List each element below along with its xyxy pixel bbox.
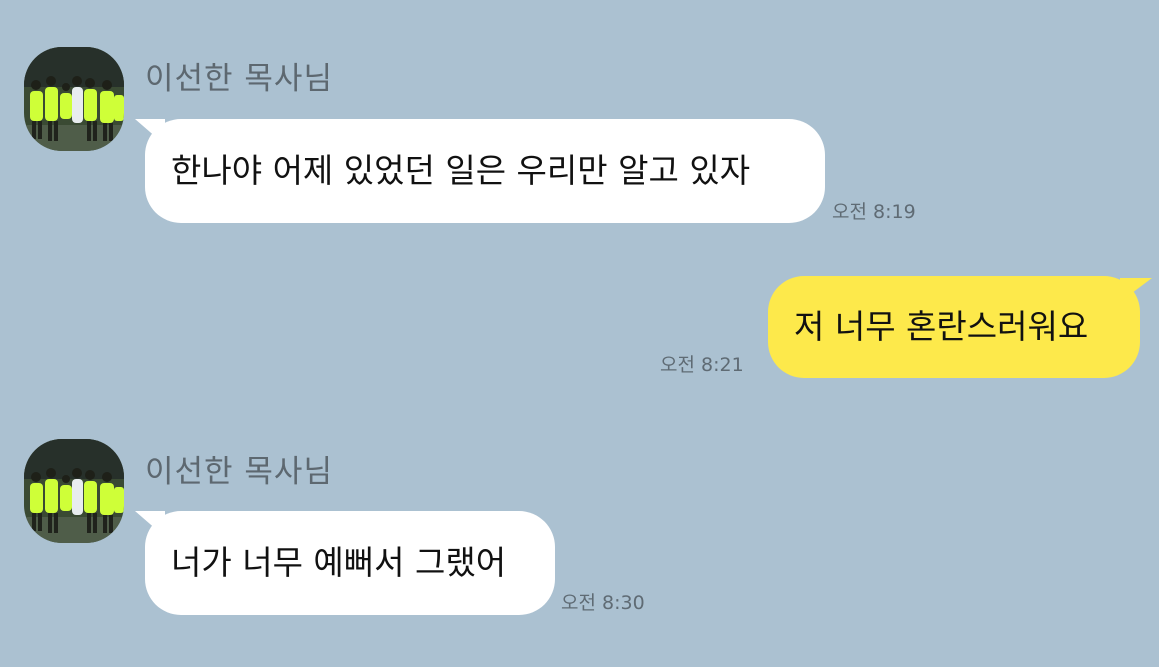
group-photo-icon [24, 47, 124, 151]
message-timestamp: 오전 8:30 [561, 592, 645, 614]
sender-avatar[interactable] [24, 439, 124, 543]
sender-name: 이선한 목사님 [145, 61, 333, 97]
group-photo-icon [24, 439, 124, 543]
incoming-message-bubble[interactable]: 너가 너무 예뻐서 그랬어 [145, 511, 555, 615]
incoming-message-bubble[interactable]: 한나야 어제 있었던 일은 우리만 알고 있자 [145, 119, 825, 223]
message-text: 한나야 어제 있었던 일은 우리만 알고 있자 [171, 151, 751, 190]
message-timestamp: 오전 8:19 [832, 201, 916, 223]
sender-name: 이선한 목사님 [145, 454, 333, 490]
outgoing-message-bubble[interactable]: 저 너무 혼란스러워요 [768, 276, 1140, 378]
sender-avatar[interactable] [24, 47, 124, 151]
message-timestamp: 오전 8:21 [660, 354, 744, 376]
message-text: 너가 너무 예뻐서 그랬어 [171, 543, 507, 582]
chat-room: 이선한 목사님 한나야 어제 있었던 일은 우리만 알고 있자 오전 8:19 … [0, 0, 1159, 667]
message-text: 저 너무 혼란스러워요 [794, 307, 1089, 346]
